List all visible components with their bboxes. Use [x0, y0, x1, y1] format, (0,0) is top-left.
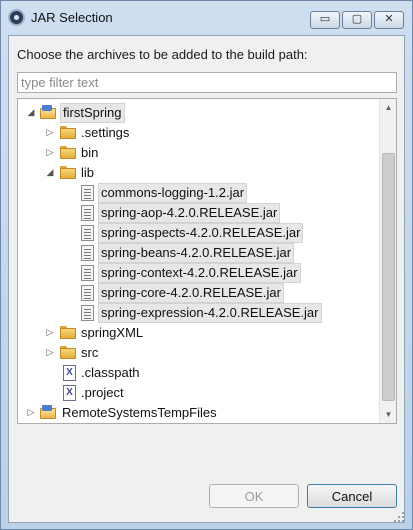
folder-icon — [60, 346, 76, 359]
jar-file-icon — [81, 225, 94, 241]
maximize-button[interactable]: ▢ — [342, 11, 372, 29]
scroll-up-arrow-icon[interactable]: ▲ — [380, 99, 396, 116]
scrollbar-thumb[interactable] — [382, 153, 395, 401]
resize-grip-icon[interactable] — [394, 512, 404, 522]
expanded-chevron-icon[interactable]: ◢ — [26, 106, 36, 118]
window-title: JAR Selection — [31, 10, 113, 25]
tree-item-remotesystemstempfiles[interactable]: ▷ RemoteSystemsTempFiles — [18, 403, 378, 423]
tree-item-settings[interactable]: ▷ .settings — [18, 123, 378, 143]
tree-item-project[interactable]: X .project — [18, 383, 378, 403]
jar-label: spring-aspects-4.2.0.RELEASE.jar — [98, 223, 304, 243]
jar-label: spring-core-4.2.0.RELEASE.jar — [98, 283, 284, 303]
jar-label: spring-context-4.2.0.RELEASE.jar — [98, 263, 301, 283]
tree-item-label: firstSpring — [60, 103, 125, 123]
title-bar[interactable]: JAR Selection ▭ ▢ ✕ — [1, 1, 412, 35]
tree-item-jar[interactable]: spring-aop-4.2.0.RELEASE.jar — [18, 203, 378, 223]
jar-file-icon — [81, 285, 94, 301]
jar-file-icon — [81, 205, 94, 221]
ok-button[interactable]: OK — [209, 484, 299, 508]
cancel-button[interactable]: Cancel — [307, 484, 397, 508]
project-folder-icon — [40, 105, 56, 119]
tree-item-jar[interactable]: spring-core-4.2.0.RELEASE.jar — [18, 283, 378, 303]
tree-item-jar[interactable]: commons-logging-1.2.jar — [18, 183, 378, 203]
jar-file-icon — [81, 245, 94, 261]
tree-item-label: lib — [81, 165, 95, 180]
folder-icon — [60, 146, 76, 159]
eclipse-icon — [8, 9, 25, 26]
tree-item-label: RemoteSystemsTempFiles — [62, 405, 217, 420]
tree-item-jar[interactable]: spring-expression-4.2.0.RELEASE.jar — [18, 303, 378, 323]
jar-selection-dialog: JAR Selection ▭ ▢ ✕ Choose the archives … — [0, 0, 413, 530]
tree-item-label: .settings — [81, 125, 130, 140]
xml-file-icon: X — [63, 385, 76, 401]
xml-file-icon: X — [63, 365, 76, 381]
folder-icon — [60, 166, 76, 179]
folder-icon — [60, 326, 76, 339]
instruction-label: Choose the archives to be added to the b… — [17, 47, 308, 62]
collapsed-chevron-icon[interactable]: ▷ — [45, 346, 55, 358]
minimize-button[interactable]: ▭ — [310, 11, 340, 29]
tree-item-label: src — [81, 345, 99, 360]
collapsed-chevron-icon[interactable]: ▷ — [26, 406, 36, 418]
jar-label: spring-expression-4.2.0.RELEASE.jar — [98, 303, 322, 323]
tree-item-lib[interactable]: ◢ lib — [18, 163, 378, 183]
jar-file-icon — [81, 185, 94, 201]
tree-item-label: .project — [81, 385, 124, 400]
jar-label: spring-beans-4.2.0.RELEASE.jar — [98, 243, 295, 263]
collapsed-chevron-icon[interactable]: ▷ — [45, 326, 55, 338]
tree-item-label: .classpath — [81, 365, 140, 380]
jar-file-icon — [81, 305, 94, 321]
tree-item-jar[interactable]: spring-beans-4.2.0.RELEASE.jar — [18, 243, 378, 263]
folder-icon — [60, 126, 76, 139]
filter-input[interactable] — [17, 72, 397, 93]
jar-label: spring-aop-4.2.0.RELEASE.jar — [98, 203, 281, 223]
collapsed-chevron-icon[interactable]: ▷ — [45, 126, 55, 138]
collapsed-chevron-icon[interactable]: ▷ — [45, 146, 55, 158]
jar-file-icon — [81, 265, 94, 281]
tree-item-label: bin — [81, 145, 99, 160]
dialog-client-area: Choose the archives to be added to the b… — [8, 35, 405, 523]
tree-item-classpath[interactable]: X .classpath — [18, 363, 378, 383]
tree-item-firstspring[interactable]: ◢ firstSpring — [18, 103, 378, 123]
tree-item-jar[interactable]: spring-context-4.2.0.RELEASE.jar — [18, 263, 378, 283]
scroll-down-arrow-icon[interactable]: ▼ — [380, 406, 396, 423]
tree-item-jar[interactable]: spring-aspects-4.2.0.RELEASE.jar — [18, 223, 378, 243]
tree-item-springxml[interactable]: ▷ springXML — [18, 323, 378, 343]
vertical-scrollbar[interactable]: ▲ ▼ — [379, 99, 396, 423]
expanded-chevron-icon[interactable]: ◢ — [45, 166, 55, 178]
project-folder-icon — [40, 405, 56, 419]
tree-item-src[interactable]: ▷ src — [18, 343, 378, 363]
archive-tree[interactable]: ◢ firstSpring ▷ .settings ▷ bin ◢ lib co… — [17, 98, 397, 424]
jar-label: commons-logging-1.2.jar — [98, 183, 248, 203]
close-button[interactable]: ✕ — [374, 11, 404, 29]
tree-item-bin[interactable]: ▷ bin — [18, 143, 378, 163]
tree-item-label: springXML — [81, 325, 144, 340]
